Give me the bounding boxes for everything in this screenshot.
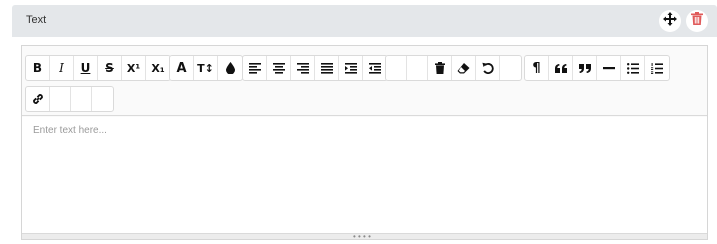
underline-icon: U [80,61,91,75]
move-button[interactable] [659,10,681,32]
strikethrough-icon: S [105,61,114,75]
align-left-button[interactable] [243,56,267,80]
italic-icon: I [59,61,64,75]
subscript-icon: X₁ [151,61,165,75]
blank-button[interactable] [71,87,92,111]
align-center-button[interactable] [267,56,291,80]
toolbar-group-align [242,55,388,81]
superscript-button[interactable]: X¹ [122,56,146,80]
move-arrows-icon [663,11,677,31]
toolbar-group-edit [385,55,522,81]
font-size-icon: T↕ [197,61,214,75]
toolbar-group-font: A T↕ [169,55,243,81]
editor-toolbar: B I U S X¹ X₁ A T↕ ¶ [22,46,707,116]
link-button[interactable] [26,87,50,111]
strikethrough-button[interactable]: S [98,56,122,80]
outdent-icon [369,62,381,74]
subscript-button[interactable]: X₁ [146,56,170,80]
color-button[interactable] [218,56,242,80]
font-button[interactable]: A [170,56,194,80]
toolbar-group-block: ¶ [524,55,670,81]
bold-button[interactable]: B [26,56,50,80]
outdent-button[interactable] [363,56,387,80]
align-right-button[interactable] [291,56,315,80]
link-icon [32,93,44,105]
rich-text-editor: B I U S X¹ X₁ A T↕ ¶ Enter text here... … [21,45,708,241]
ordered-list-icon [651,62,663,74]
toolbar-group-font-style: B I U S X¹ X₁ [25,55,171,81]
quote-left-button[interactable] [549,56,573,80]
editor-placeholder: Enter text here... [33,125,107,136]
blank-button[interactable] [92,87,113,111]
delete-button[interactable] [686,10,708,32]
undo-button[interactable] [476,56,500,80]
bold-icon: B [32,61,43,75]
quote-right-icon [578,63,591,73]
paragraph-button[interactable]: ¶ [525,56,549,80]
trash-icon [434,62,445,74]
eraser-icon [457,62,470,74]
clear-all-button[interactable] [428,56,452,80]
blank-button[interactable] [407,56,428,80]
blank-button[interactable] [500,56,521,80]
unordered-list-button[interactable] [621,56,645,80]
horizontal-rule-icon [602,66,615,70]
blank-button[interactable] [386,56,407,80]
horizontal-rule-button[interactable] [597,56,621,80]
paragraph-icon: ¶ [532,60,541,76]
align-left-icon [248,62,261,74]
color-drop-icon [225,62,235,74]
font-size-button[interactable]: T↕ [194,56,218,80]
text-content-area[interactable]: Enter text here... [22,117,707,233]
grip-dots-icon: • • • • [353,232,371,241]
underline-button[interactable]: U [74,56,98,80]
toolbar-group-insert [25,86,114,112]
superscript-icon: X¹ [126,61,141,75]
clear-format-button[interactable] [452,56,476,80]
quote-right-button[interactable] [573,56,597,80]
ordered-list-button[interactable] [645,56,669,80]
trash-icon [691,12,703,30]
align-right-icon [296,62,309,74]
text-block-panel: Text B I U S X¹ X₁ A T↕ ¶ Enter text her… [12,5,717,241]
quote-left-icon [554,63,567,73]
blank-button[interactable] [50,87,71,111]
indent-button[interactable] [339,56,363,80]
align-justify-icon [320,62,333,74]
resize-handle[interactable]: • • • • [22,232,707,241]
undo-icon [481,62,494,74]
align-center-icon [272,62,285,74]
panel-title: Text [26,14,47,26]
indent-icon [344,62,357,74]
panel-header: Text [12,5,717,37]
align-justify-button[interactable] [315,56,339,80]
font-icon: A [176,60,187,76]
italic-button[interactable]: I [50,56,74,80]
unordered-list-icon [626,62,639,74]
